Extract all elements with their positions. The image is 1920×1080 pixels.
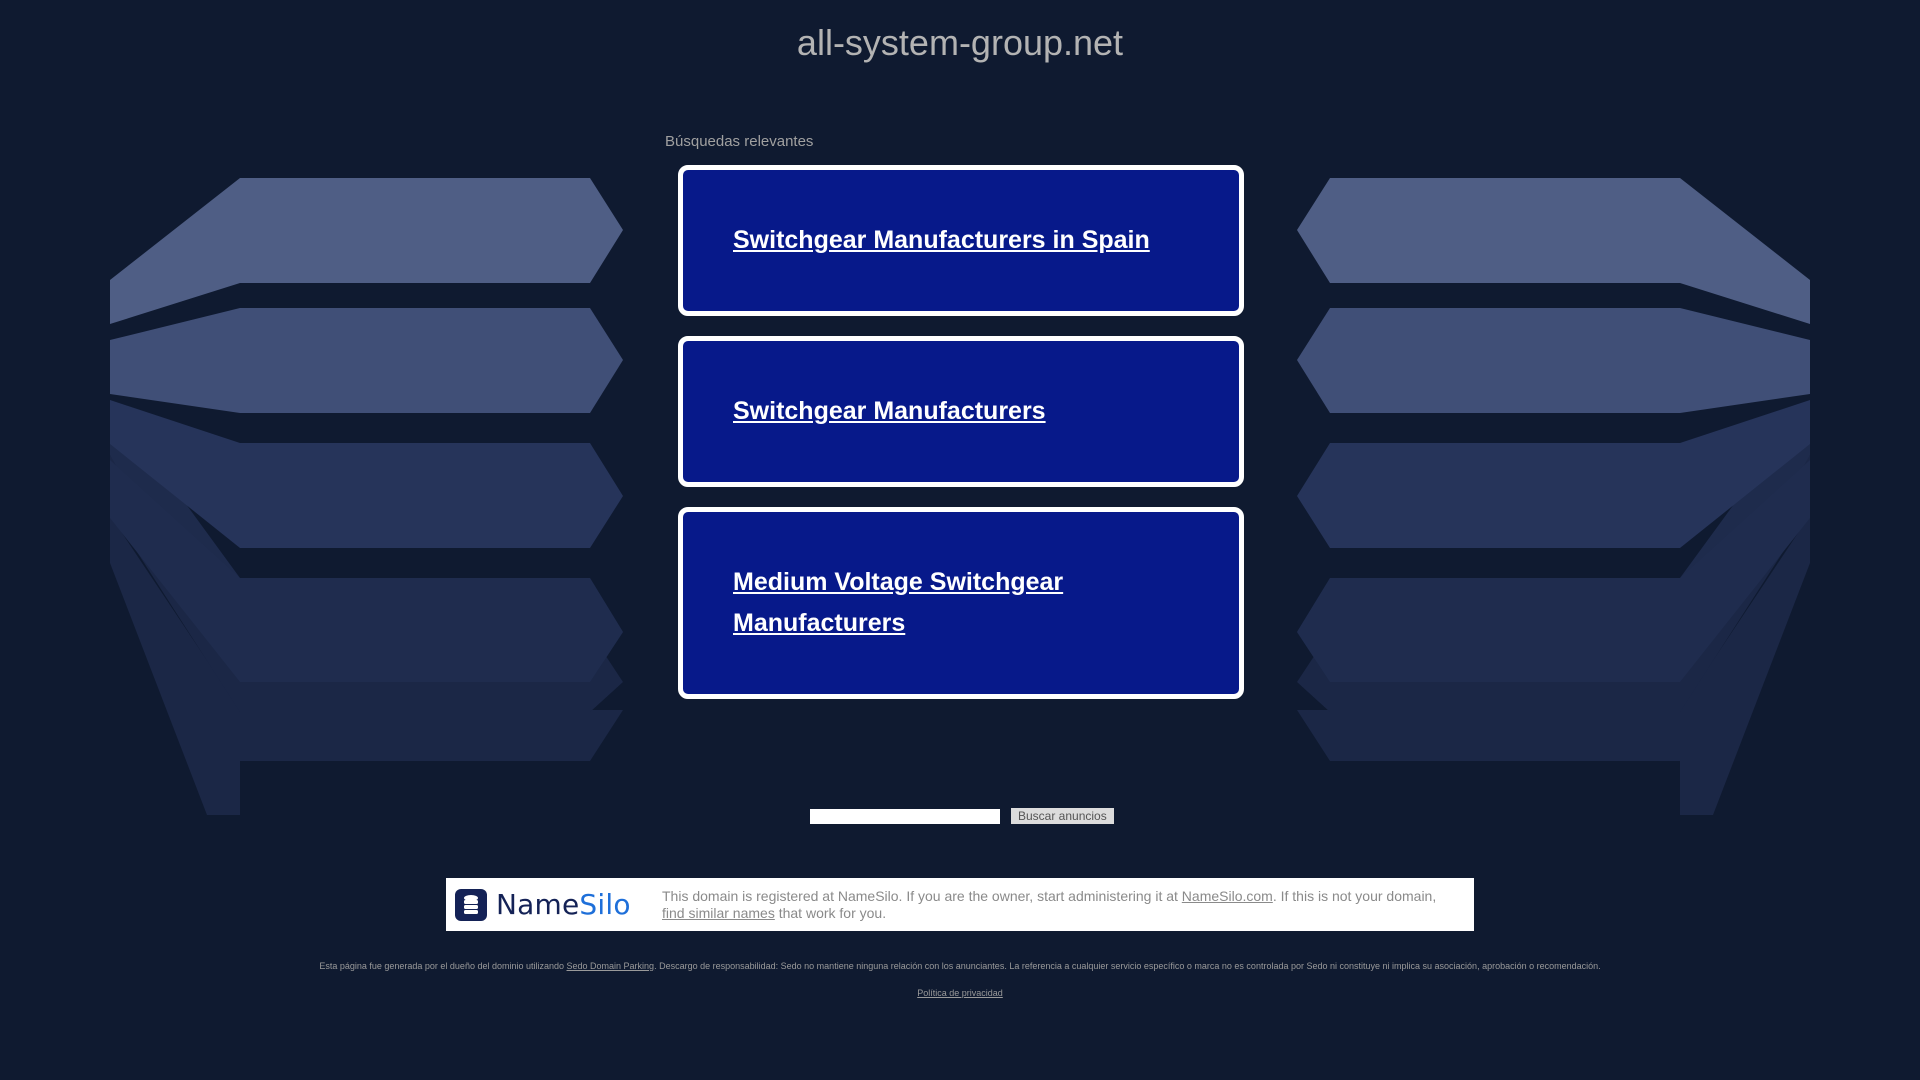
related-searches-label: Búsquedas relevantes	[665, 133, 814, 150]
logo-silo: Silo	[579, 888, 631, 921]
search-button[interactable]: Buscar anuncios	[1011, 808, 1114, 824]
registrar-message: This domain is registered at NameSilo. I…	[662, 888, 1452, 922]
sedo-parking-link[interactable]: Sedo Domain Parking	[567, 961, 655, 971]
privacy-row: Política de privacidad	[0, 988, 1920, 998]
left-bands	[110, 178, 623, 815]
registrar-text-start: This domain is registered at NameSilo. I…	[662, 887, 1182, 904]
namesilo-logo[interactable]: NameSilo	[455, 888, 649, 921]
registrar-text-middle: . If this is not your domain,	[1272, 887, 1437, 904]
disclaimer-text-end: . Descargo de responsabilidad: Sedo no m…	[654, 961, 1601, 971]
database-icon	[455, 888, 487, 921]
ad-card-3[interactable]: Medium Voltage Switchgear Manufacturers	[678, 507, 1244, 699]
disclaimer-text-start: Esta página fue generada por el dueño de…	[319, 961, 567, 971]
ad-link-2[interactable]: Switchgear Manufacturers	[733, 391, 1046, 432]
similar-names-link[interactable]: find similar names	[662, 905, 775, 921]
logo-name: Name	[496, 888, 580, 921]
disclaimer: Esta página fue generada por el dueño de…	[0, 961, 1920, 971]
right-bands	[1297, 178, 1810, 815]
namesilo-link[interactable]: NameSilo.com	[1182, 888, 1273, 904]
ad-link-1[interactable]: Switchgear Manufacturers in Spain	[733, 220, 1150, 261]
logo-wordmark: NameSilo	[496, 888, 631, 921]
registrar-banner: NameSilo This domain is registered at Na…	[446, 878, 1474, 931]
ad-card-2[interactable]: Switchgear Manufacturers	[678, 336, 1244, 487]
search-input[interactable]	[810, 808, 1000, 824]
parking-page: all-system-group.net Búsquedas relevante…	[0, 0, 1920, 1080]
ad-link-3[interactable]: Medium Voltage Switchgear Manufacturers	[733, 562, 1093, 644]
ad-search-form: Buscar anuncios	[810, 808, 1114, 824]
registrar-text-end: that work for you.	[774, 904, 887, 921]
privacy-policy-link[interactable]: Política de privacidad	[917, 988, 1003, 998]
ad-card-1[interactable]: Switchgear Manufacturers in Spain	[678, 165, 1244, 316]
domain-title: all-system-group.net	[796, 22, 1124, 63]
